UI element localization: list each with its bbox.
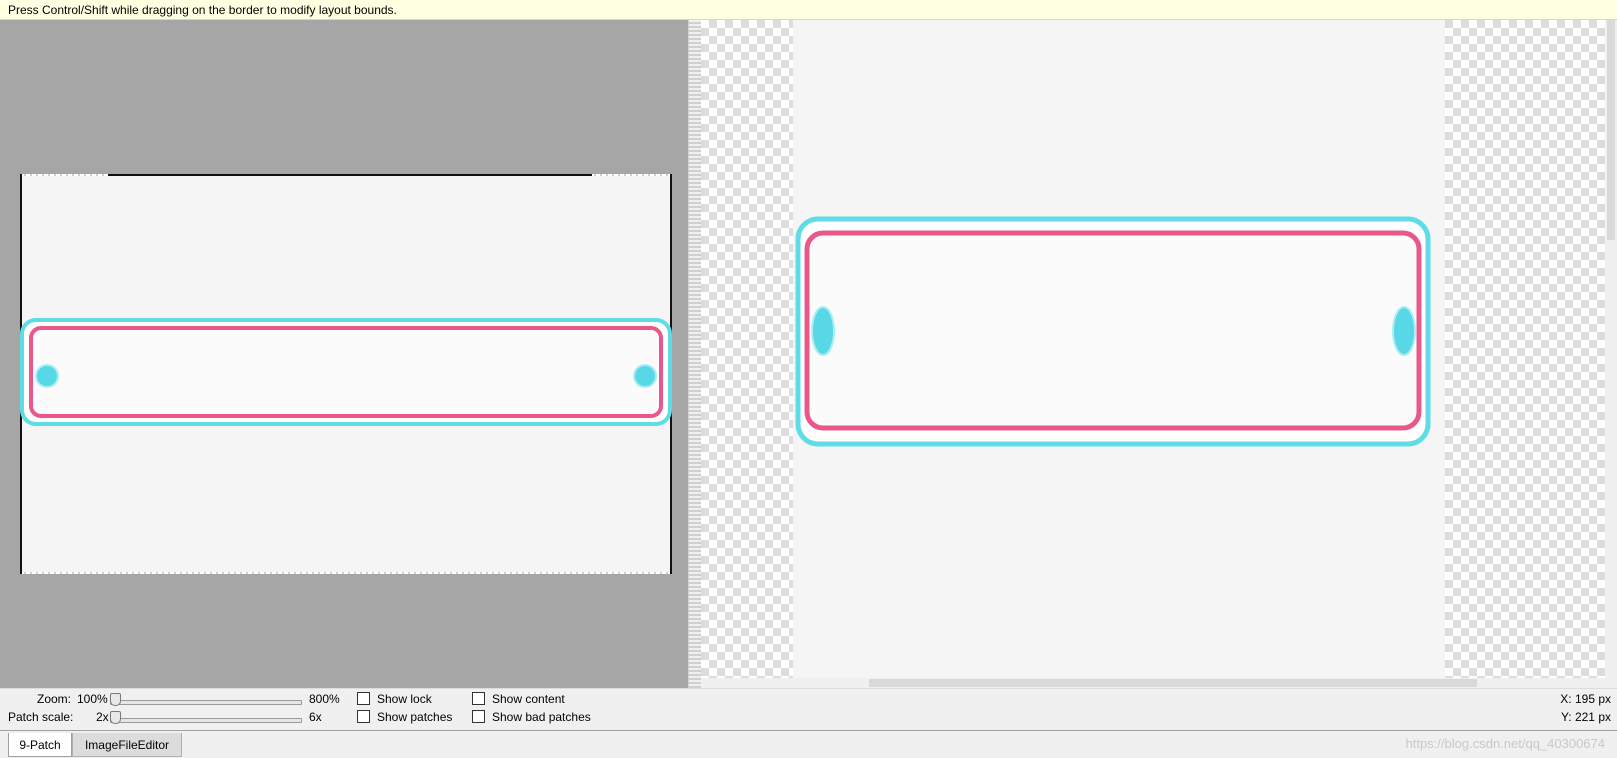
zoom-min-label: 100% — [77, 692, 108, 706]
pane-splitter[interactable] — [688, 20, 701, 688]
editor-pane[interactable] — [0, 20, 688, 688]
nine-patch-artwork — [20, 318, 672, 426]
hint-bar: Press Control/Shift while dragging on th… — [0, 0, 1617, 20]
editor-tab-bar: 9-Patch ImageFileEditor — [0, 730, 1617, 758]
show-bad-patches-label[interactable]: Show bad patches — [492, 710, 591, 724]
show-lock-label[interactable]: Show lock — [377, 692, 432, 706]
show-content-label[interactable]: Show content — [492, 692, 565, 706]
controls-panel: Zoom: 100% 800% Patch scale: 2x 6x Show … — [0, 688, 1617, 730]
zoom-max-label: 800% — [309, 692, 340, 706]
zoom-slider-thumb-icon[interactable] — [110, 693, 121, 706]
show-patches-label[interactable]: Show patches — [377, 710, 452, 724]
editor-image[interactable] — [20, 174, 672, 574]
right-gem-icon — [633, 364, 657, 388]
tab-image-file-editor[interactable]: ImageFileEditor — [72, 733, 182, 757]
show-bad-patches-checkbox[interactable] — [472, 710, 485, 723]
zoom-label: Zoom: — [37, 692, 72, 706]
preview-pane[interactable] — [701, 20, 1617, 688]
patch-slider-thumb-icon[interactable] — [110, 711, 121, 724]
preview-artwork — [795, 216, 1431, 447]
tab-9-patch[interactable]: 9-Patch — [8, 733, 72, 757]
hint-text: Press Control/Shift while dragging on th… — [8, 3, 397, 17]
vertical-scroll-thumb[interactable] — [1607, 20, 1615, 240]
patch-max-label: 6x — [309, 710, 322, 724]
zoom-slider[interactable] — [110, 700, 302, 705]
left-gem-stretched-icon — [811, 306, 835, 356]
left-gem-icon — [35, 364, 59, 388]
y-coordinate-readout: Y: 221 px — [1560, 710, 1611, 724]
preview-vertical-scrollbar[interactable] — [1605, 20, 1617, 688]
show-lock-checkbox[interactable] — [357, 692, 370, 705]
preview-image — [793, 20, 1445, 688]
horizontal-scroll-thumb[interactable] — [869, 679, 1477, 687]
show-patches-checkbox[interactable] — [357, 710, 370, 723]
patch-scale-label: Patch scale: — [8, 710, 74, 724]
show-content-checkbox[interactable] — [472, 692, 485, 705]
watermark: https://blog.csdn.net/qq_40300674 — [1405, 736, 1606, 751]
preview-horizontal-scrollbar[interactable] — [701, 678, 1617, 688]
patch-min-label: 2x — [96, 710, 109, 724]
right-gem-stretched-icon — [1392, 306, 1416, 356]
patch-scale-slider[interactable] — [110, 718, 302, 723]
x-coordinate-readout: X: 195 px — [1560, 692, 1611, 706]
